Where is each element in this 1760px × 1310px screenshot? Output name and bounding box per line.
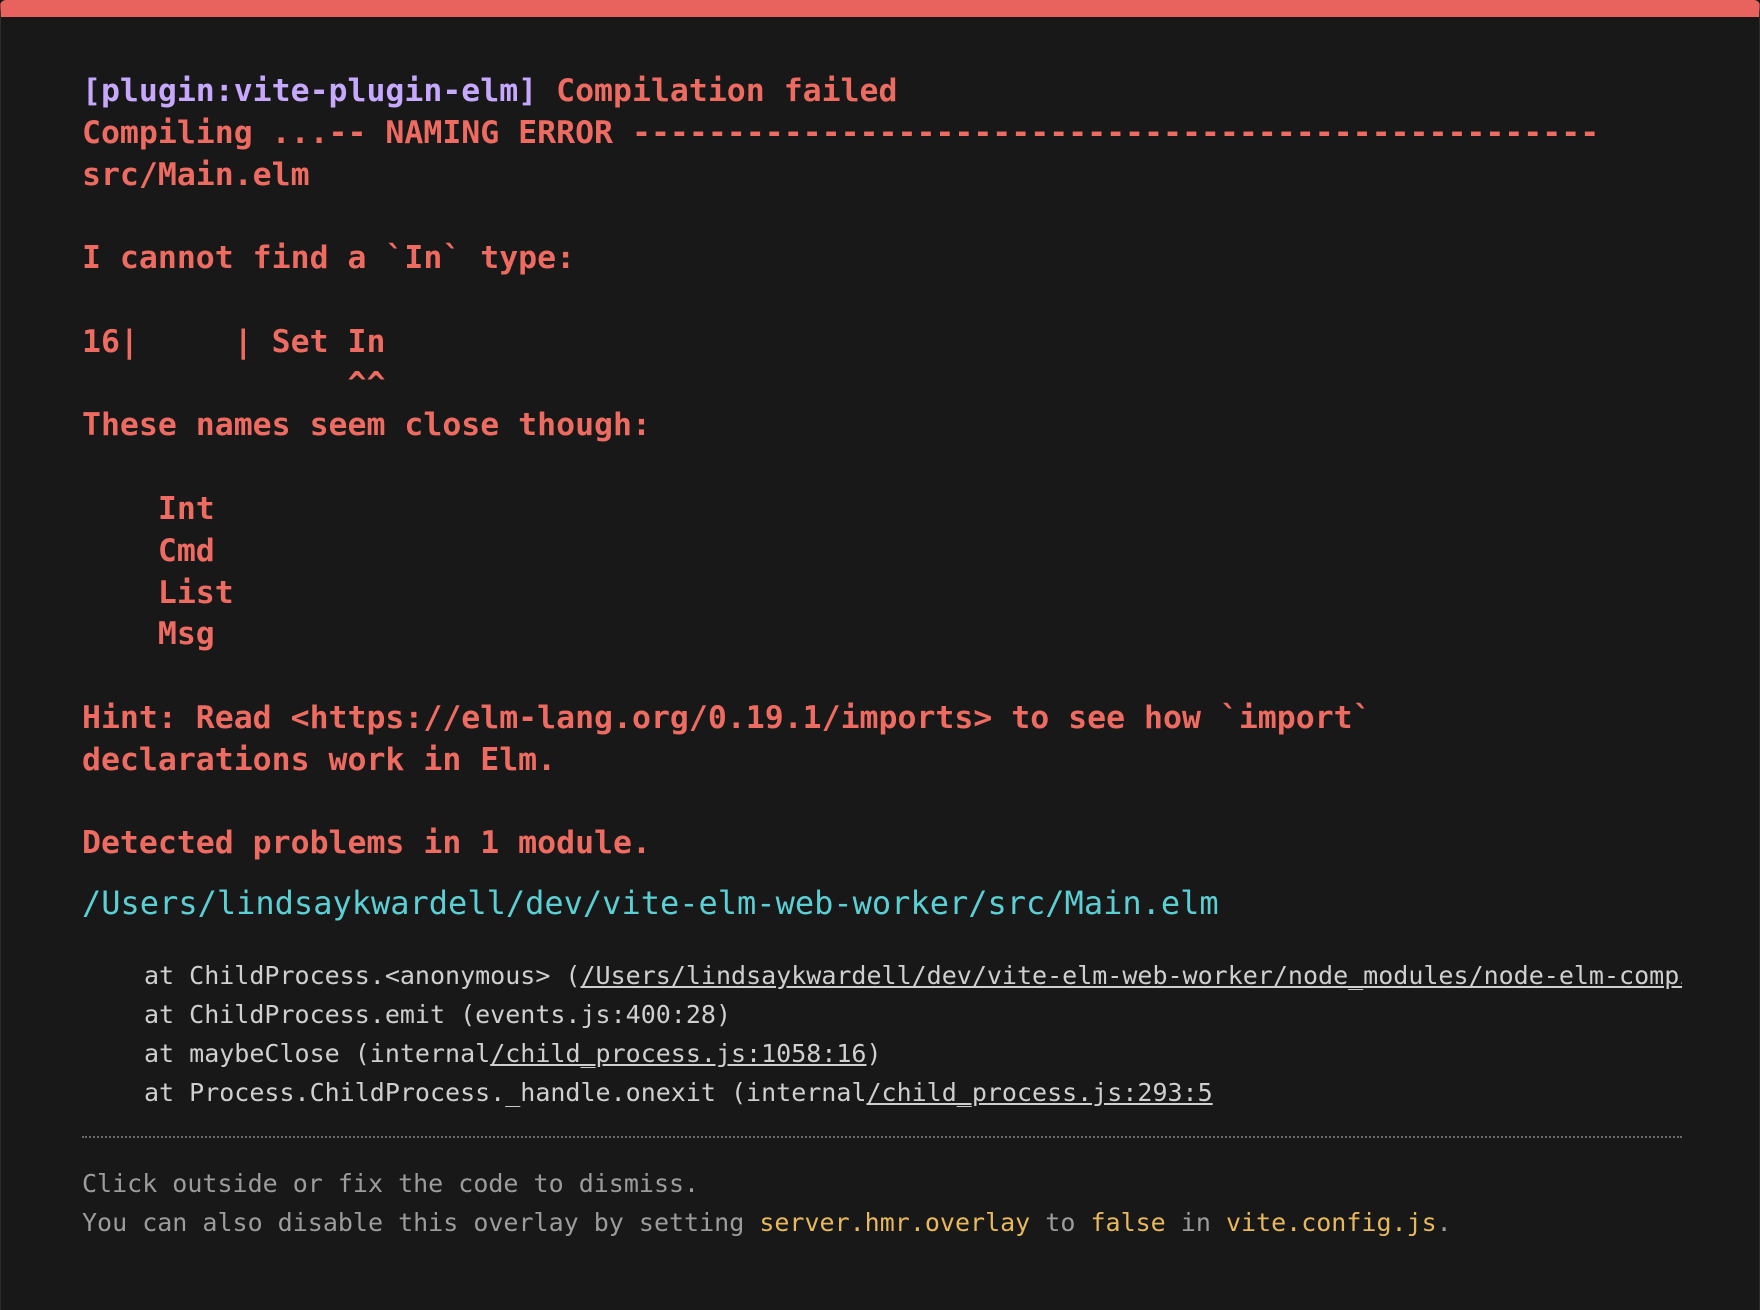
divider (82, 1136, 1682, 1139)
stack-line: at Process.ChildProcess._handle.onexit (… (144, 1078, 1213, 1108)
message-title: Compilation failed (537, 73, 898, 109)
stack-file-link[interactable]: /child_process.js:1058:16 (490, 1039, 866, 1068)
error-message: [plugin:vite-plugin-elm] Compilation fai… (82, 71, 1682, 865)
stack-file-link[interactable]: /child_process.js:293:5 (866, 1078, 1212, 1107)
stack-trace: at ChildProcess.<anonymous> (/Users/lind… (144, 956, 1682, 1112)
overlay-config-tip: You can also disable this overlay by set… (82, 1208, 1452, 1238)
error-window: [plugin:vite-plugin-elm] Compilation fai… (82, 71, 1682, 1242)
message-body: Compiling ...-- NAMING ERROR -----------… (82, 114, 1600, 862)
config-file-code: vite.config.js (1225, 1208, 1437, 1238)
stack-line: at ChildProcess.<anonymous> (/Users/lind… (144, 961, 1682, 990)
stack-line: at maybeClose (internal/child_process.js… (144, 1039, 882, 1069)
config-option-code: server.hmr.overlay (759, 1208, 1031, 1238)
dismiss-tip-line: Click outside or fix the code to dismiss… (82, 1169, 700, 1199)
stack-file-link[interactable]: /Users/lindsaykwardell/dev/vite-elm-web-… (581, 961, 1683, 990)
stack-line: at ChildProcess.emit (events.js:400:28) (144, 1000, 731, 1030)
dismiss-tip: Click outside or fix the code to dismiss… (82, 1164, 1682, 1242)
config-value-code: false (1090, 1208, 1166, 1238)
error-file-link[interactable]: /Users/lindsaykwardell/dev/vite-elm-web-… (82, 882, 1682, 924)
error-overlay[interactable]: [plugin:vite-plugin-elm] Compilation fai… (0, 0, 1760, 1310)
plugin-name: [plugin:vite-plugin-elm] (82, 73, 538, 109)
